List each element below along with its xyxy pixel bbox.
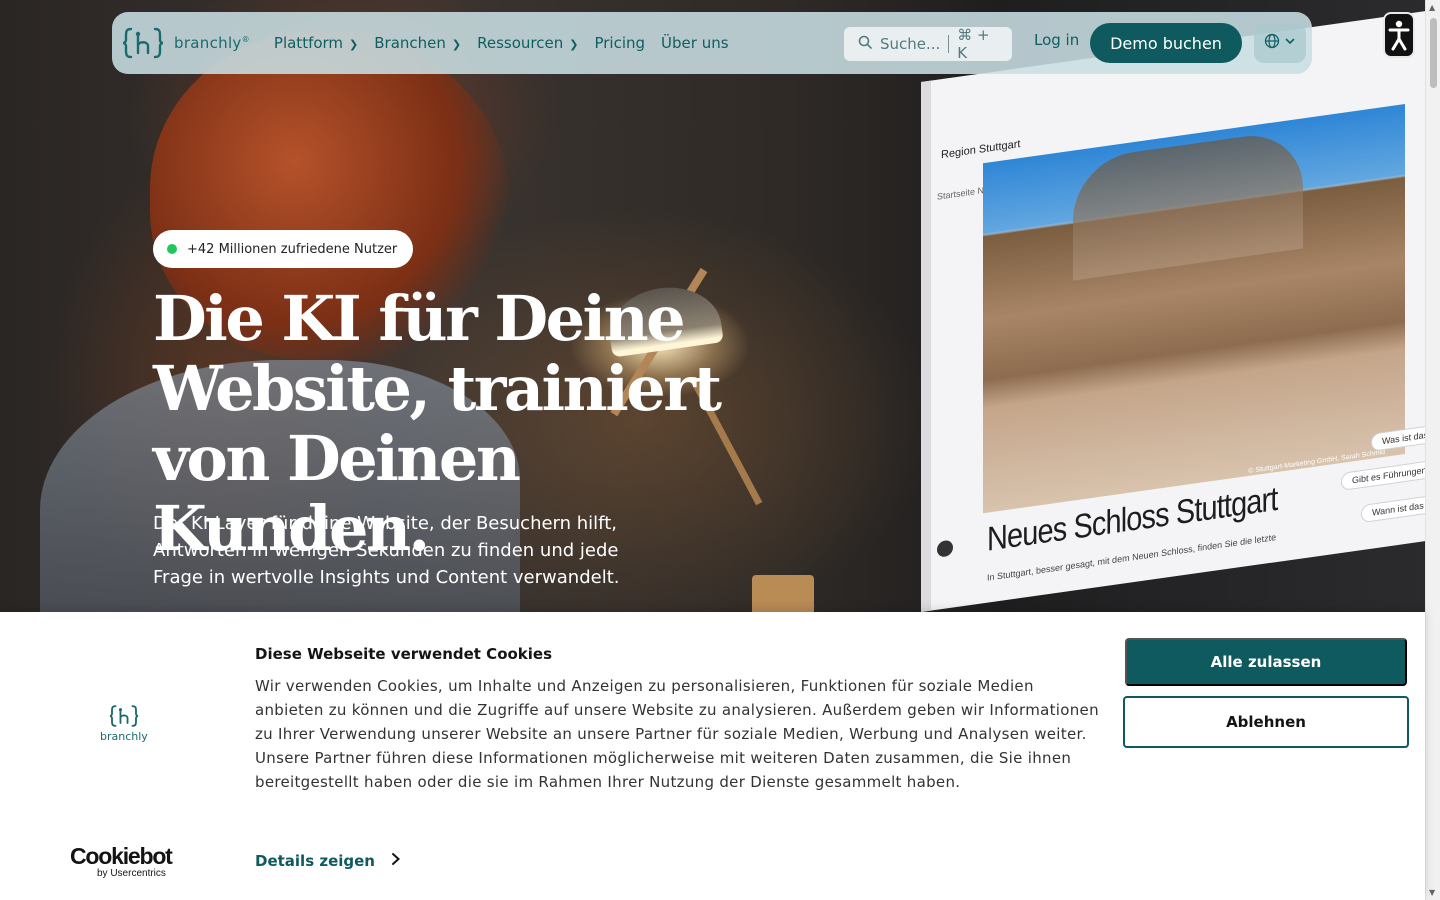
accessibility-icon[interactable] <box>1383 12 1415 58</box>
hero-subline: Der KI-Layer für deine Website, der Besu… <box>153 513 620 588</box>
search-input[interactable]: Suche... ⌘ + K <box>844 26 1012 62</box>
scroll-down-arrow-icon[interactable]: ▼ <box>1429 888 1435 897</box>
monitor-question-chip: Wann ist das Neue S <box>1361 490 1425 524</box>
accept-all-button[interactable]: Alle zulassen <box>1125 638 1407 686</box>
cookie-brand-logo: branchly <box>100 704 148 743</box>
login-link[interactable]: Log in <box>1034 31 1079 49</box>
scrollbar-thumb[interactable] <box>1430 18 1437 88</box>
cookiebot-name: Cookiebot <box>70 843 173 869</box>
search-placeholder: Suche... <box>880 35 941 53</box>
globe-icon <box>1264 33 1280 53</box>
cookiebot-subtitle: by Usercentrics <box>97 868 166 879</box>
demo-button[interactable]: Demo buchen <box>1090 23 1242 63</box>
details-label: Details zeigen <box>255 851 375 870</box>
monitor-chat-icon <box>937 539 953 558</box>
hero-photo-cup <box>752 575 814 612</box>
nav-item-branchen[interactable]: Branchen ❯ <box>366 23 469 63</box>
language-selector[interactable] <box>1254 23 1306 63</box>
hero-section: Region Stuttgart Startseite Neues Schlos… <box>0 0 1425 612</box>
nav-item-pricing[interactable]: Pricing <box>586 23 653 63</box>
main-navigation: branchly® Plattform ❯ Branchen ❯ Ressource… <box>112 12 1312 74</box>
details-toggle[interactable]: Details zeigen <box>255 850 401 871</box>
users-badge: +42 Millionen zufriedene Nutzer <box>153 230 414 268</box>
cookie-banner: branchly Cookiebot by Usercentrics Diese… <box>0 612 1425 900</box>
nav-item-ressourcen[interactable]: Ressourcen ❯ <box>469 23 586 63</box>
monitor-castle-photo <box>983 103 1405 514</box>
users-badge-label: +42 Millionen zufriedene Nutzer <box>187 241 398 257</box>
chevron-down-icon: ❯ <box>349 37 359 51</box>
decline-button[interactable]: Ablehnen <box>1123 696 1409 748</box>
chevron-down-icon <box>1284 35 1296 51</box>
search-icon <box>858 35 872 53</box>
status-dot-icon <box>167 244 177 254</box>
nav-links: Plattform ❯ Branchen ❯ Ressourcen ❯ Pricing… <box>266 23 737 63</box>
cookie-title: Diese Webseite verwendet Cookies <box>255 645 553 663</box>
brand-name: branchly® <box>174 34 250 52</box>
branchly-logo-icon <box>122 26 164 60</box>
cookiebot-logo: Cookiebot by Usercentrics <box>70 843 173 879</box>
brand-logo-link[interactable]: branchly® <box>122 12 250 74</box>
chevron-right-icon <box>391 850 401 871</box>
chevron-down-icon: ❯ <box>569 37 579 51</box>
cookie-brand-name: branchly <box>100 730 148 743</box>
page-scrollbar[interactable]: ▲ ▼ <box>1425 0 1440 900</box>
search-shortcut: ⌘ + K <box>957 26 990 62</box>
nav-item-plattform[interactable]: Plattform ❯ <box>266 23 366 63</box>
scroll-up-arrow-icon[interactable]: ▲ <box>1429 3 1435 12</box>
chevron-down-icon: ❯ <box>451 37 462 51</box>
search-separator <box>948 35 950 53</box>
hero-monitor-mockup: Region Stuttgart Startseite Neues Schlos… <box>921 11 1425 612</box>
branchly-logo-icon <box>109 705 139 727</box>
cookie-description: Wir verwenden Cookies, um Inhalte und An… <box>255 677 1099 791</box>
nav-item-ueber-uns[interactable]: Über uns <box>653 23 737 63</box>
monitor-site-logo: Region Stuttgart <box>941 138 1021 162</box>
